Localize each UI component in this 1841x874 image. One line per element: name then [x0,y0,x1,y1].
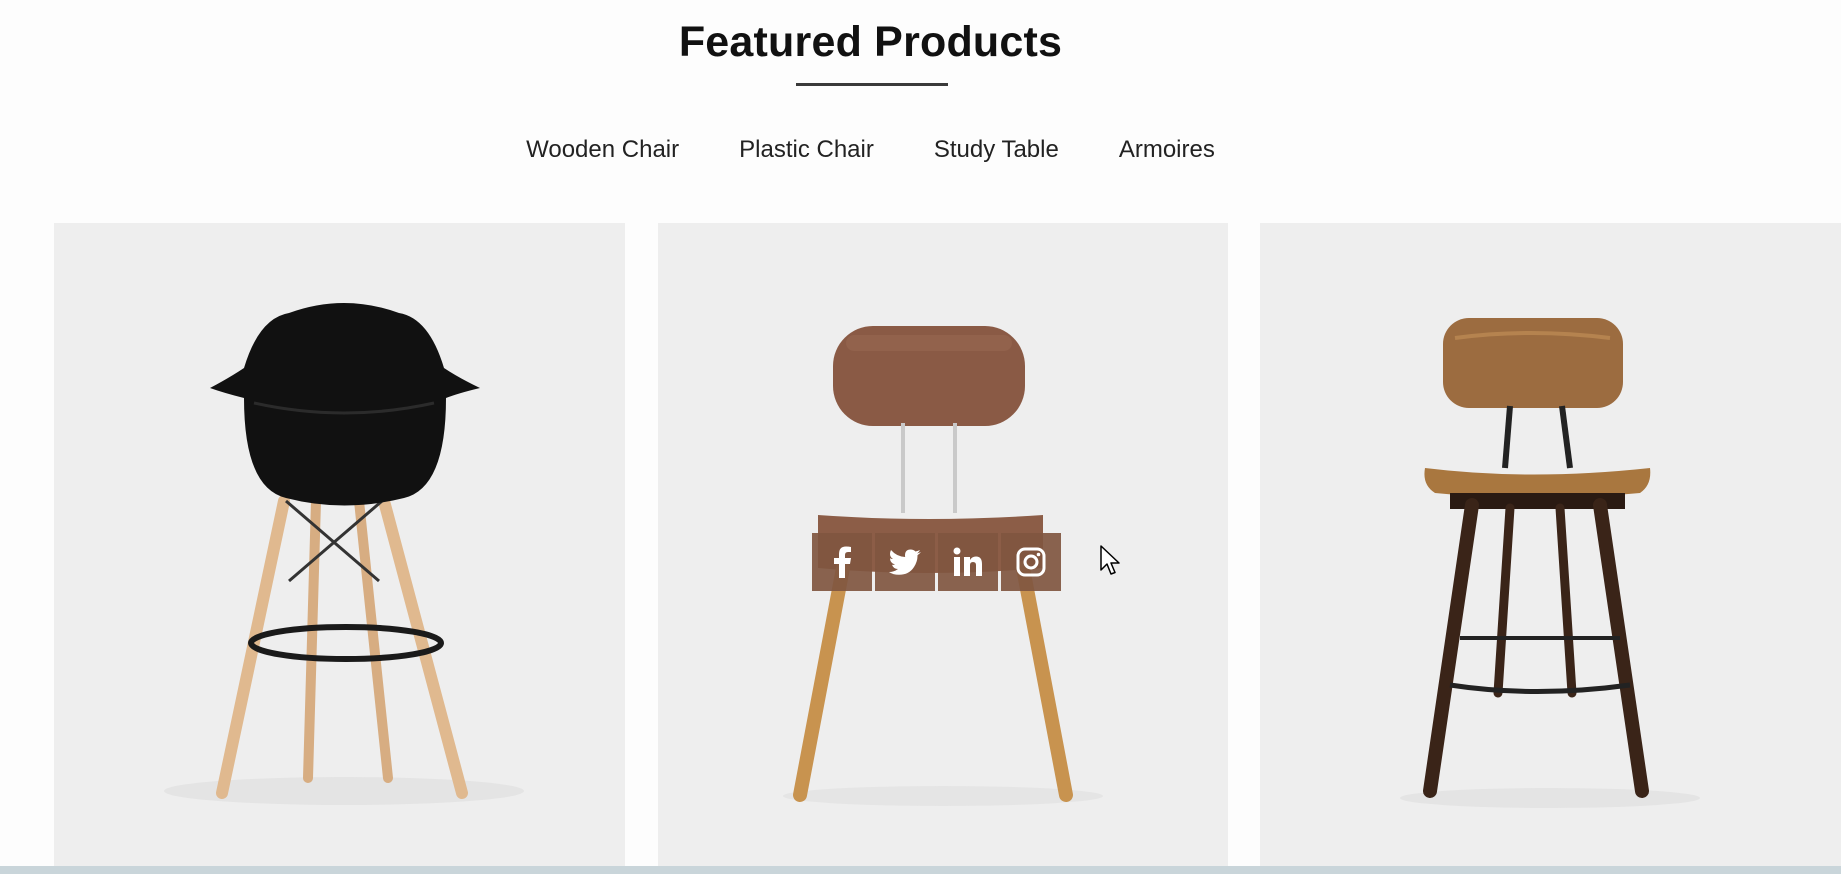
share-bar [812,533,1061,591]
twitter-icon [889,549,921,575]
linkedin-icon [953,547,982,576]
instagram-share-button[interactable] [1001,533,1061,591]
product-card-1[interactable] [54,223,625,874]
tab-wooden-chair[interactable]: Wooden Chair [526,136,679,164]
twitter-share-button[interactable] [875,533,935,591]
instagram-icon [1016,547,1046,577]
tab-study-table[interactable]: Study Table [934,136,1059,164]
product-card-3[interactable] [1260,223,1841,874]
category-tabs: Wooden Chair Plastic Chair Study Table A… [0,136,1741,164]
section-title: Featured Products [678,18,1063,66]
featured-products-section: Featured Products Wooden Chair Plastic C… [0,0,1841,874]
page-bottom-strip [0,866,1841,874]
tab-armoires[interactable]: Armoires [1119,136,1215,164]
product-image-walnut-stool [1400,318,1700,808]
product-image-black-stool [164,303,524,805]
linkedin-share-button[interactable] [938,533,998,591]
tab-plastic-chair[interactable]: Plastic Chair [739,136,874,164]
title-underline [796,83,948,86]
mouse-cursor-icon [1100,545,1120,575]
facebook-share-button[interactable] [812,533,872,591]
facebook-icon [834,546,851,578]
